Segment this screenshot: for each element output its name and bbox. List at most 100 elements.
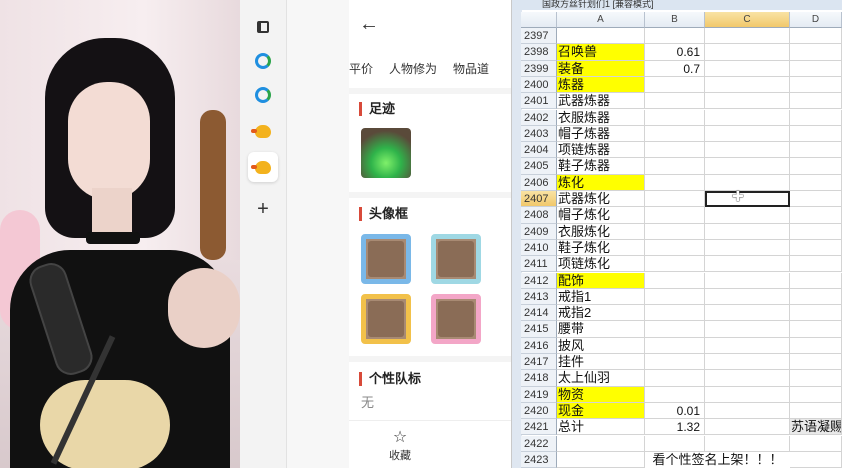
cell-d[interactable]: [790, 223, 842, 240]
cell-a[interactable]: 炼器: [557, 76, 645, 94]
cell-d[interactable]: [790, 207, 842, 224]
cell-b[interactable]: [645, 223, 705, 240]
cell-a[interactable]: 帽子炼器: [557, 125, 645, 143]
tab-renwu-xiuwei[interactable]: 人物修为: [389, 62, 437, 76]
cell-c[interactable]: [705, 60, 790, 77]
cell-d[interactable]: [790, 272, 842, 289]
cell-d[interactable]: [790, 435, 842, 452]
cell-a[interactable]: 总计: [557, 419, 645, 436]
back-arrow-icon[interactable]: ←: [359, 12, 383, 36]
row-header[interactable]: 2421: [521, 419, 557, 436]
cell-b[interactable]: [645, 174, 705, 191]
row-header[interactable]: 2397: [521, 28, 557, 45]
cell-b[interactable]: [645, 386, 705, 403]
cell-c[interactable]: [705, 272, 790, 289]
cell-c[interactable]: [705, 321, 790, 338]
row-header[interactable]: 2405: [521, 158, 557, 175]
row-header[interactable]: 2400: [521, 76, 557, 94]
cell-a[interactable]: 项链炼化: [557, 256, 645, 273]
active-cell-c[interactable]: [705, 191, 790, 208]
tab-wupin[interactable]: 物品道: [453, 62, 489, 76]
tab-edge-2[interactable]: [248, 80, 278, 110]
cell-d[interactable]: [790, 256, 842, 273]
cell-c[interactable]: [705, 158, 790, 175]
cell-d[interactable]: [790, 93, 842, 110]
avatar-frame-item[interactable]: [361, 294, 411, 344]
cell-b[interactable]: [645, 76, 705, 94]
cell-c[interactable]: [705, 256, 790, 273]
cell-d[interactable]: [790, 174, 842, 191]
cell-c[interactable]: [705, 93, 790, 110]
cell-d[interactable]: [790, 386, 842, 403]
cell-b[interactable]: [645, 207, 705, 224]
cell-c[interactable]: [705, 174, 790, 191]
cell-a[interactable]: 戒指2: [557, 305, 645, 322]
cell-b[interactable]: [645, 109, 705, 126]
cell-a[interactable]: 炼化: [557, 174, 645, 191]
cell-d[interactable]: [790, 239, 842, 257]
cell-b[interactable]: [645, 305, 705, 322]
cell-d[interactable]: [790, 191, 842, 208]
cell-a[interactable]: 衣服炼器: [557, 109, 645, 126]
cell-b[interactable]: [645, 239, 705, 257]
cell-a[interactable]: 鞋子炼器: [557, 158, 645, 175]
cell-a[interactable]: 装备: [557, 60, 645, 77]
favorite-button[interactable]: ☆ 收藏: [385, 429, 415, 463]
row-header[interactable]: 2423: [521, 451, 557, 468]
cell-d[interactable]: [790, 305, 842, 322]
cell-b[interactable]: [645, 158, 705, 175]
row-header[interactable]: 2411: [521, 256, 557, 273]
cell-a[interactable]: 太上仙羽: [557, 370, 645, 387]
cell-c[interactable]: [705, 419, 790, 436]
cell-a[interactable]: 配饰: [557, 272, 645, 289]
row-header[interactable]: 2413: [521, 288, 557, 306]
cell-d[interactable]: [790, 288, 842, 306]
column-header-c[interactable]: C: [705, 12, 790, 28]
row-header[interactable]: 2406: [521, 174, 557, 191]
cell-d[interactable]: [790, 158, 842, 175]
cell-c[interactable]: [705, 337, 790, 354]
cell-c[interactable]: [705, 142, 790, 159]
cell-b[interactable]: [645, 272, 705, 289]
cell-c[interactable]: [705, 402, 790, 420]
cell-b[interactable]: 1.32: [645, 419, 705, 436]
row-header[interactable]: 2409: [521, 223, 557, 240]
cell-a[interactable]: [557, 451, 645, 468]
row-header[interactable]: 2417: [521, 354, 557, 371]
cell-d[interactable]: [790, 321, 842, 338]
cell-b[interactable]: [645, 142, 705, 159]
cell-b[interactable]: [645, 125, 705, 143]
cell-c[interactable]: [705, 354, 790, 371]
cell-a[interactable]: 披风: [557, 337, 645, 354]
row-header[interactable]: 2420: [521, 402, 557, 420]
footprint-item[interactable]: [361, 128, 411, 178]
row-header[interactable]: 2422: [521, 435, 557, 452]
cell-d[interactable]: [790, 451, 842, 468]
tab-duck-1[interactable]: [248, 116, 278, 146]
row-header[interactable]: 2412: [521, 272, 557, 289]
cell-a[interactable]: [557, 28, 645, 45]
cell-d[interactable]: 苏语凝赐: [790, 419, 842, 436]
cell-a[interactable]: 召唤兽: [557, 44, 645, 61]
row-header[interactable]: 2399: [521, 60, 557, 77]
cell-c[interactable]: [705, 305, 790, 322]
row-header[interactable]: 2408: [521, 207, 557, 224]
row-header[interactable]: 2402: [521, 109, 557, 126]
cell-b[interactable]: [645, 370, 705, 387]
row-header[interactable]: 2404: [521, 142, 557, 159]
cell-c[interactable]: [705, 223, 790, 240]
cell-a[interactable]: 武器炼器: [557, 93, 645, 110]
avatar-frame-item[interactable]: [431, 294, 481, 344]
avatar-frame-item[interactable]: [361, 234, 411, 284]
column-header-a[interactable]: A: [557, 12, 645, 28]
row-header[interactable]: 2410: [521, 239, 557, 257]
cell-b[interactable]: [645, 191, 705, 208]
cell-c[interactable]: [705, 370, 790, 387]
row-header[interactable]: 2403: [521, 125, 557, 143]
tab-pingjia[interactable]: 平价: [349, 62, 373, 76]
cell-a[interactable]: 戒指1: [557, 288, 645, 306]
cell-b[interactable]: [645, 321, 705, 338]
cell-c[interactable]: [705, 288, 790, 306]
cell-a[interactable]: 项链炼器: [557, 142, 645, 159]
cell-b[interactable]: [645, 93, 705, 110]
